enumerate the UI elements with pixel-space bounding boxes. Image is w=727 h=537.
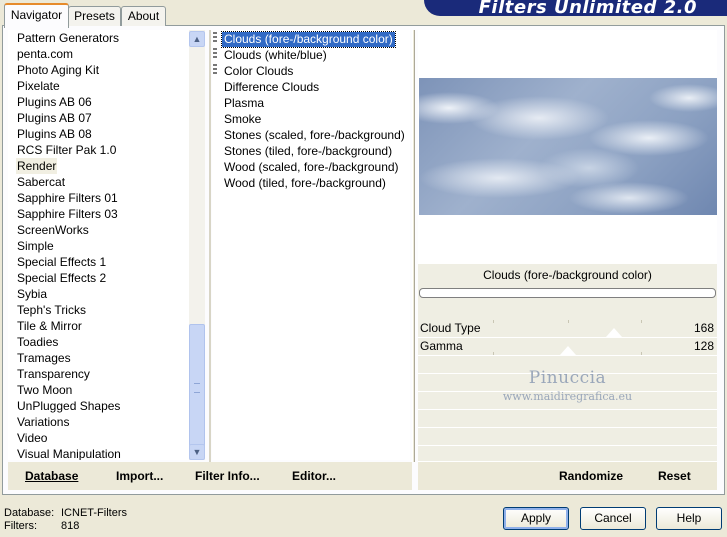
scroll-thumb[interactable] bbox=[189, 324, 205, 448]
category-item-selected[interactable]: Render bbox=[16, 158, 58, 174]
randomize-button[interactable]: Randomize bbox=[559, 469, 623, 483]
filter-item[interactable]: Difference Clouds bbox=[222, 80, 321, 95]
category-item[interactable]: Tile & Mirror bbox=[16, 318, 83, 334]
filter-item[interactable]: Stones (tiled, fore-/background) bbox=[222, 144, 394, 159]
category-item[interactable]: Tramages bbox=[16, 350, 72, 366]
category-item[interactable]: Sabercat bbox=[16, 174, 66, 190]
import-button[interactable]: Import... bbox=[116, 469, 163, 483]
filter-item[interactable]: Wood (scaled, fore-/background) bbox=[222, 160, 401, 175]
category-item[interactable]: UnPlugged Shapes bbox=[16, 398, 121, 414]
tab-presets[interactable]: Presets bbox=[68, 6, 121, 26]
status-database: Database: ICNET-Filters bbox=[4, 507, 127, 519]
category-item[interactable]: Plugins AB 07 bbox=[16, 110, 93, 126]
category-item[interactable]: RCS Filter Pak 1.0 bbox=[16, 142, 117, 158]
favorite-marker-icon bbox=[213, 32, 217, 43]
tab-about[interactable]: About bbox=[121, 6, 166, 26]
category-item[interactable]: Transparency bbox=[16, 366, 91, 382]
category-item[interactable]: ScreenWorks bbox=[16, 222, 90, 238]
app-title: Filters Unlimited 2.0 bbox=[478, 0, 697, 16]
category-list[interactable]: Pattern Generators penta.com Photo Aging… bbox=[8, 30, 190, 460]
filter-item-selected[interactable]: Clouds (fore-/background color) bbox=[221, 31, 396, 48]
slider-pointer-icon[interactable] bbox=[560, 346, 576, 355]
panel-divider[interactable] bbox=[412, 30, 415, 462]
progress-bar bbox=[419, 288, 716, 298]
category-item[interactable]: Variations bbox=[16, 414, 70, 430]
category-item[interactable]: Special Effects 1 bbox=[16, 254, 107, 270]
filter-item[interactable]: Clouds (white/blue) bbox=[222, 48, 329, 63]
database-button[interactable]: Database bbox=[25, 469, 78, 483]
cancel-button[interactable]: Cancel bbox=[580, 507, 646, 530]
current-filter-name: Clouds (fore-/background color) bbox=[483, 268, 652, 282]
category-item[interactable]: Plugins AB 06 bbox=[16, 94, 93, 110]
favorite-marker-icon bbox=[213, 64, 217, 75]
filter-item[interactable]: Wood (tiled, fore-/background) bbox=[222, 176, 388, 191]
category-item[interactable]: Pattern Generators bbox=[16, 30, 120, 46]
slider-value: 168 bbox=[693, 321, 714, 335]
category-item[interactable]: Sapphire Filters 03 bbox=[16, 206, 119, 222]
status-value: 818 bbox=[61, 520, 80, 532]
filter-item[interactable]: Stones (scaled, fore-/background) bbox=[222, 128, 407, 143]
slider-cloud-type[interactable]: Cloud Type 168 bbox=[418, 320, 717, 338]
editor-button[interactable]: Editor... bbox=[292, 469, 336, 483]
category-item[interactable]: Visual Manipulation bbox=[16, 446, 122, 460]
empty-control-row bbox=[418, 410, 717, 428]
preview-image[interactable] bbox=[419, 78, 717, 215]
grip-icon bbox=[194, 383, 200, 393]
status-value: ICNET-Filters bbox=[61, 507, 127, 519]
chevron-down-icon[interactable]: ▼ bbox=[189, 444, 205, 460]
app-banner: Filters Unlimited 2.0 bbox=[424, 0, 727, 16]
category-item[interactable]: Video bbox=[16, 430, 48, 446]
category-item[interactable]: Special Effects 2 bbox=[16, 270, 107, 286]
watermark-url: www.maidiregrafica.eu bbox=[502, 390, 633, 403]
category-item[interactable]: Teph's Tricks bbox=[16, 302, 87, 318]
status-label: Filters: bbox=[4, 520, 37, 532]
reset-button[interactable]: Reset bbox=[658, 469, 691, 483]
favorite-marker-icon bbox=[213, 48, 217, 59]
category-item[interactable]: Toadies bbox=[16, 334, 59, 350]
filter-item[interactable]: Color Clouds bbox=[222, 64, 295, 79]
slider-pointer-icon[interactable] bbox=[606, 328, 622, 337]
status-filters: Filters: 818 bbox=[4, 520, 79, 532]
filter-item[interactable]: Plasma bbox=[222, 96, 266, 111]
category-item[interactable]: Pixelate bbox=[16, 78, 61, 94]
status-label: Database: bbox=[4, 507, 55, 519]
database-label: Database bbox=[25, 469, 79, 483]
filter-list[interactable]: Clouds (fore-/background color) Clouds (… bbox=[212, 30, 410, 460]
help-button[interactable]: Help bbox=[656, 507, 722, 530]
panel-divider[interactable] bbox=[209, 30, 211, 462]
filter-info-button[interactable]: Filter Info... bbox=[195, 469, 260, 483]
category-item[interactable]: Sybia bbox=[16, 286, 48, 302]
category-item[interactable]: Plugins AB 08 bbox=[16, 126, 93, 142]
apply-button[interactable]: Apply bbox=[503, 507, 569, 530]
slider-label: Cloud Type bbox=[420, 321, 481, 335]
category-item[interactable]: Photo Aging Kit bbox=[16, 62, 100, 78]
watermark-title: Pinuccia bbox=[528, 368, 607, 388]
chevron-up-icon[interactable]: ▲ bbox=[189, 31, 205, 47]
category-item[interactable]: Sapphire Filters 01 bbox=[16, 190, 119, 206]
tab-navigator[interactable]: Navigator bbox=[4, 3, 69, 28]
slider-value: 128 bbox=[693, 339, 714, 353]
filter-item[interactable]: Smoke bbox=[222, 112, 263, 127]
category-item[interactable]: Two Moon bbox=[16, 382, 73, 398]
empty-control-row bbox=[418, 446, 717, 462]
category-item[interactable]: penta.com bbox=[16, 46, 74, 62]
slider-gamma[interactable]: Gamma 128 bbox=[418, 338, 717, 356]
empty-control-row bbox=[418, 428, 717, 446]
category-scrollbar[interactable]: ▲ ▼ bbox=[189, 30, 205, 460]
slider-label: Gamma bbox=[420, 339, 463, 353]
category-item[interactable]: Simple bbox=[16, 238, 55, 254]
